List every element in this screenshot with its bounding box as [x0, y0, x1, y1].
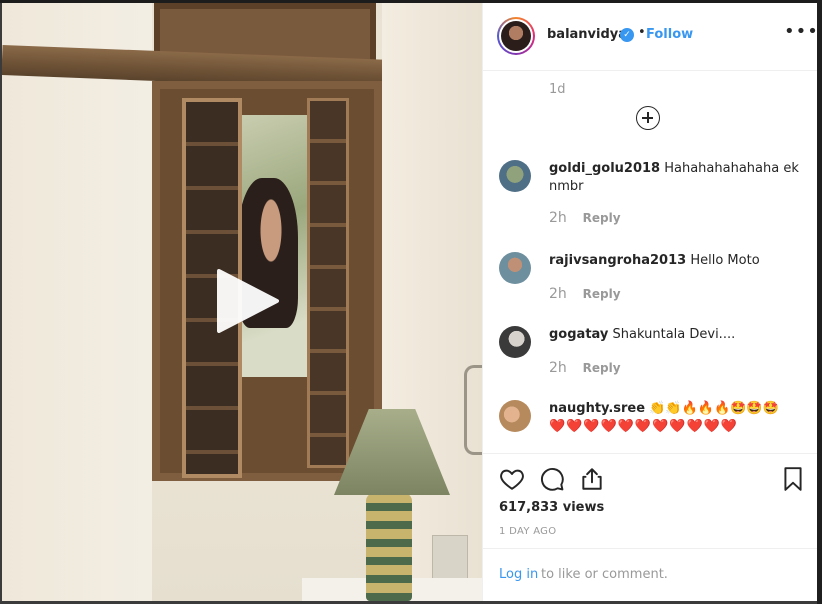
verified-badge-icon: ✓	[620, 28, 634, 42]
post-side-panel: balanvidya ✓ • Follow ••• 1d goldi_golu2…	[482, 3, 818, 601]
comment-meta: 2h Reply	[549, 286, 621, 302]
comments-list[interactable]: 1d goldi_golu2018 Hahahahahahaha ek nmbr…	[483, 72, 818, 452]
follow-button[interactable]: Follow	[646, 27, 693, 42]
comment-username[interactable]: gogatay	[549, 327, 608, 342]
video-scene-switch	[432, 535, 468, 579]
avatar-image	[501, 21, 531, 51]
comment-meta: 2h Reply	[549, 210, 621, 226]
avatar[interactable]	[497, 17, 535, 55]
comment-message: Shakuntala Devi....	[612, 327, 736, 342]
comment-icon[interactable]	[539, 466, 565, 492]
comment-text: rajivsangroha2013 Hello Moto	[549, 252, 804, 270]
heart-icon[interactable]	[499, 466, 525, 492]
comment-time: 2h	[549, 360, 567, 376]
comment-username[interactable]: goldi_golu2018	[549, 161, 660, 176]
login-link[interactable]: Log in	[499, 567, 538, 582]
reply-button[interactable]: Reply	[583, 361, 621, 375]
video-scene-lamp-base	[366, 493, 412, 601]
more-options-icon[interactable]: •••	[784, 23, 819, 41]
comment-text: naughty.sree 👏👏🔥🔥🔥🤩🤩🤩 ❤️❤️❤️❤️❤️❤️❤️❤️❤️…	[549, 400, 804, 436]
comment-avatar[interactable]	[499, 160, 531, 192]
login-prompt: Log in to like or comment.	[483, 548, 818, 602]
post-video[interactable]	[2, 3, 482, 601]
post-date[interactable]: 1 DAY AGO	[499, 526, 556, 537]
comment-time: 2h	[549, 286, 567, 302]
comment-username[interactable]: rajivsangroha2013	[549, 253, 686, 268]
bookmark-icon[interactable]	[780, 466, 806, 492]
share-icon[interactable]	[579, 466, 605, 492]
comment-avatar[interactable]	[499, 252, 531, 284]
instagram-post-page: balanvidya ✓ • Follow ••• 1d goldi_golu2…	[0, 0, 822, 604]
right-edge-strip	[817, 0, 822, 604]
plus-circle-icon[interactable]	[636, 106, 660, 130]
comment-text: gogatay Shakuntala Devi....	[549, 326, 804, 344]
video-scene-shutter-right	[307, 98, 349, 468]
comment-username[interactable]: naughty.sree	[549, 401, 645, 416]
play-icon[interactable]	[215, 269, 279, 333]
comment-avatar[interactable]	[499, 326, 531, 358]
comment-time: 2h	[549, 210, 567, 226]
comment-message-hearts: ❤️❤️❤️❤️❤️❤️❤️❤️❤️❤️❤️	[549, 419, 739, 434]
reply-button[interactable]: Reply	[583, 211, 621, 225]
post-actions: 617,833 views 1 DAY AGO Log in to like o…	[483, 453, 818, 601]
comment-message: Hello Moto	[690, 253, 760, 268]
views-count[interactable]: 617,833 views	[499, 500, 604, 515]
header-separator: •	[638, 25, 646, 40]
comment-meta: 2h Reply	[549, 360, 621, 376]
video-scene-wall-lamp	[464, 365, 482, 455]
post-username[interactable]: balanvidya	[547, 27, 627, 42]
comment-message: 👏👏🔥🔥🔥🤩🤩🤩	[649, 401, 779, 416]
reply-button[interactable]: Reply	[583, 287, 621, 301]
video-scene-wall	[2, 3, 152, 601]
login-prompt-text: to like or comment.	[541, 567, 668, 582]
post-header: balanvidya ✓ • Follow •••	[483, 3, 818, 71]
comment-avatar[interactable]	[499, 400, 531, 432]
caption-time: 1d	[549, 82, 566, 97]
comment-text: goldi_golu2018 Hahahahahahaha ek nmbr	[549, 160, 804, 196]
